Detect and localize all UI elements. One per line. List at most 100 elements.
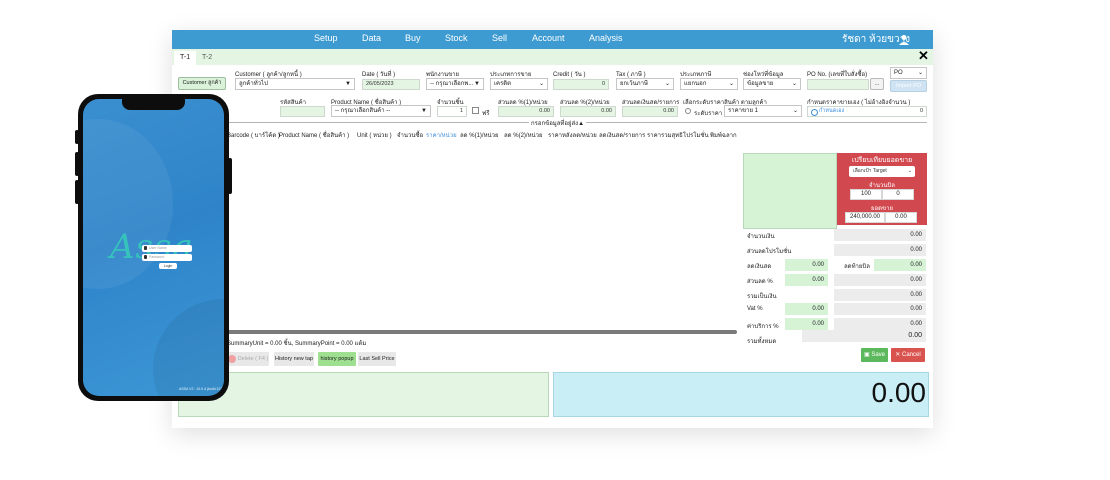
- vat-label: Vat %: [747, 306, 763, 312]
- discount1-input[interactable]: 0.00: [498, 106, 554, 117]
- subtotal-value: 0.00: [834, 289, 926, 301]
- cancel-icon: ✕: [895, 352, 902, 358]
- lock-icon: [144, 255, 147, 259]
- discount2-input[interactable]: 0.00: [560, 106, 616, 117]
- remark-textarea[interactable]: [178, 372, 549, 417]
- net-total-value: 0.00: [802, 330, 926, 342]
- tab-t2[interactable]: T-2: [196, 51, 218, 65]
- tax-select[interactable]: ยกเว้นภาษี ⌄: [616, 78, 674, 90]
- col-price-after-disc[interactable]: ราคาหลังลด/หน่วย: [548, 130, 597, 140]
- po-type-select[interactable]: PO ⌄: [890, 67, 927, 79]
- target-select[interactable]: เลือกเป้า Target ⌄: [849, 166, 915, 177]
- sales-amount-target: 240,000.00: [845, 212, 885, 223]
- shipping-address-toggle[interactable]: กรอกข้อมูลที่อยู่ส่ง▲: [529, 118, 587, 128]
- table-horizontal-scrollbar[interactable]: [227, 330, 737, 334]
- nav-account[interactable]: Account: [532, 33, 565, 43]
- items-table-header: Barcode ( บาร์โค้ด ) Product Name ( ชื่อ…: [227, 130, 737, 140]
- username-field[interactable]: User Name: [142, 245, 192, 252]
- col-product-name[interactable]: Product Name ( ชื่อสินค้า ): [279, 130, 349, 140]
- bill-count-target: 100: [850, 189, 882, 200]
- free-checkbox[interactable]: [472, 107, 479, 114]
- col-unit-price[interactable]: ราคา/หน่วย: [426, 130, 457, 140]
- col-promotion[interactable]: โปรโมชั่น: [683, 130, 709, 140]
- nav-buy[interactable]: Buy: [405, 33, 421, 43]
- col-print-label[interactable]: พิมพ์ฉลาก: [710, 130, 737, 140]
- col-disc2[interactable]: ลด %(2)/หน่วย: [504, 130, 543, 140]
- date-label: Date ( วันที่ ): [362, 72, 396, 78]
- credit-input[interactable]: 0: [553, 79, 609, 90]
- top-nav-bar: Setup Data Buy Stock Sell Account Analys…: [172, 30, 933, 49]
- delete-button[interactable]: Delete ( F4 ): [227, 352, 269, 366]
- amount-value: 0.00: [834, 229, 926, 241]
- bill-end-discount-input[interactable]: 0.00: [874, 259, 926, 271]
- sales-target-card: เปรียบเทียบยอดขาย เลือกเป้า Target ⌄ จำนว…: [837, 153, 927, 225]
- save-button[interactable]: ▣ Save: [861, 348, 888, 362]
- price-level-radio-label: ระดับราคา: [694, 111, 723, 117]
- quantity-input[interactable]: 1: [437, 106, 467, 117]
- col-qty[interactable]: จำนวนซื้อ: [397, 130, 423, 140]
- subtotal-label: รวมเป็นเงิน: [747, 294, 777, 300]
- salesperson-select[interactable]: -- กรุณาเลือกพ... ▼: [426, 78, 484, 90]
- po-number-input[interactable]: [807, 79, 869, 90]
- items-table-body[interactable]: [227, 140, 739, 330]
- date-input[interactable]: 26/05/2023: [362, 79, 420, 90]
- service-charge-input[interactable]: 0.00: [785, 318, 828, 330]
- custom-price-radio-label: กำหนดเอง: [819, 108, 845, 114]
- close-icon[interactable]: ✕: [918, 48, 929, 64]
- target-card-title: เปรียบเทียบยอดขาย: [851, 157, 913, 164]
- vat-type-select[interactable]: แยกนอก ⌄: [680, 78, 738, 90]
- col-barcode[interactable]: Barcode ( บาร์โค้ด ): [227, 130, 280, 140]
- product-code-input[interactable]: [280, 106, 325, 117]
- app-version: ASSA V2 : 10.0.4 (build 123): [179, 387, 224, 391]
- pos-sales-window: Setup Data Buy Stock Sell Account Analys…: [172, 30, 933, 428]
- percent-discount-value: 0.00: [834, 274, 926, 286]
- price-level-radio[interactable]: [685, 108, 691, 114]
- person-icon[interactable]: [898, 34, 910, 46]
- col-unit[interactable]: Unit ( หน่วย ): [357, 130, 392, 140]
- history-popup-button[interactable]: history popup: [318, 352, 356, 366]
- po-lookup-button[interactable]: ...: [870, 78, 884, 90]
- history-new-tap-button[interactable]: History new tap: [274, 352, 314, 366]
- cancel-button[interactable]: ✕ Cancel: [891, 348, 925, 362]
- customer-button[interactable]: Customer ลูกค้า: [178, 77, 226, 90]
- nav-setup[interactable]: Setup: [314, 33, 338, 43]
- nav-sell[interactable]: Sell: [492, 33, 507, 43]
- document-tab-bar: T-1 T-2: [172, 49, 933, 65]
- service-charge-label: ค่าบริการ %: [747, 324, 779, 330]
- source-select[interactable]: ข้อมูลขาย ⌄: [743, 78, 801, 90]
- customer-select[interactable]: ลูกค้าทั่วไป ▼: [235, 78, 355, 90]
- col-net-total[interactable]: ราคารวมสุทธิ: [647, 130, 683, 140]
- nav-analysis[interactable]: Analysis: [589, 33, 623, 43]
- bill-end-discount-label: ลดท้ายบิล: [844, 264, 870, 270]
- import-po-button[interactable]: Import PO: [890, 80, 927, 92]
- cash-discount-input[interactable]: 0.00: [785, 259, 828, 271]
- password-field[interactable]: Password: [142, 254, 192, 261]
- percent-discount-input[interactable]: 0.00: [785, 274, 828, 286]
- login-button[interactable]: Login: [159, 263, 177, 269]
- amount-label: จำนวนเงิน: [747, 234, 775, 240]
- vat-input[interactable]: 0.00: [785, 303, 828, 315]
- phone-notch: [122, 99, 185, 110]
- last-sell-price-button[interactable]: Last Sell Price: [358, 352, 396, 366]
- product-select[interactable]: -- กรุณาเลือกสินค้า -- ▼: [331, 105, 431, 117]
- custom-price-input[interactable]: กำหนดเอง 0: [807, 106, 927, 117]
- percent-discount-label: ส่วนลด %: [747, 279, 773, 285]
- summary-line: SummaryUnit = 0.00 ชิ้น, SummaryPoint = …: [227, 341, 367, 347]
- cash-discount-label: ลดเงินสด: [747, 264, 772, 270]
- user-icon: [144, 246, 147, 250]
- nav-stock[interactable]: Stock: [445, 33, 468, 43]
- bill-count-actual: 0: [882, 189, 914, 200]
- nav-data[interactable]: Data: [362, 33, 381, 43]
- service-charge-value: 0.00: [834, 318, 926, 330]
- price-level-select[interactable]: ราคาขาย 1 ⌄: [724, 105, 802, 117]
- tab-t1[interactable]: T-1: [174, 51, 197, 65]
- col-disc1[interactable]: ลด %(1)/หน่วย: [460, 130, 499, 140]
- net-total-label: รวมทั้งหมด: [747, 339, 777, 345]
- cash-discount-item-input[interactable]: 0.00: [622, 106, 678, 117]
- col-cash-disc[interactable]: ลดเงินสด/รายการ: [599, 130, 645, 140]
- custom-price-value: 0: [919, 108, 923, 114]
- sale-type-select[interactable]: เครดิต ⌄: [490, 78, 548, 90]
- po-label: PO No. (เลขที่ใบสั่งซื้อ): [807, 72, 868, 78]
- custom-price-radio[interactable]: [811, 109, 818, 116]
- credit-label: Credit ( วัน ): [553, 72, 586, 78]
